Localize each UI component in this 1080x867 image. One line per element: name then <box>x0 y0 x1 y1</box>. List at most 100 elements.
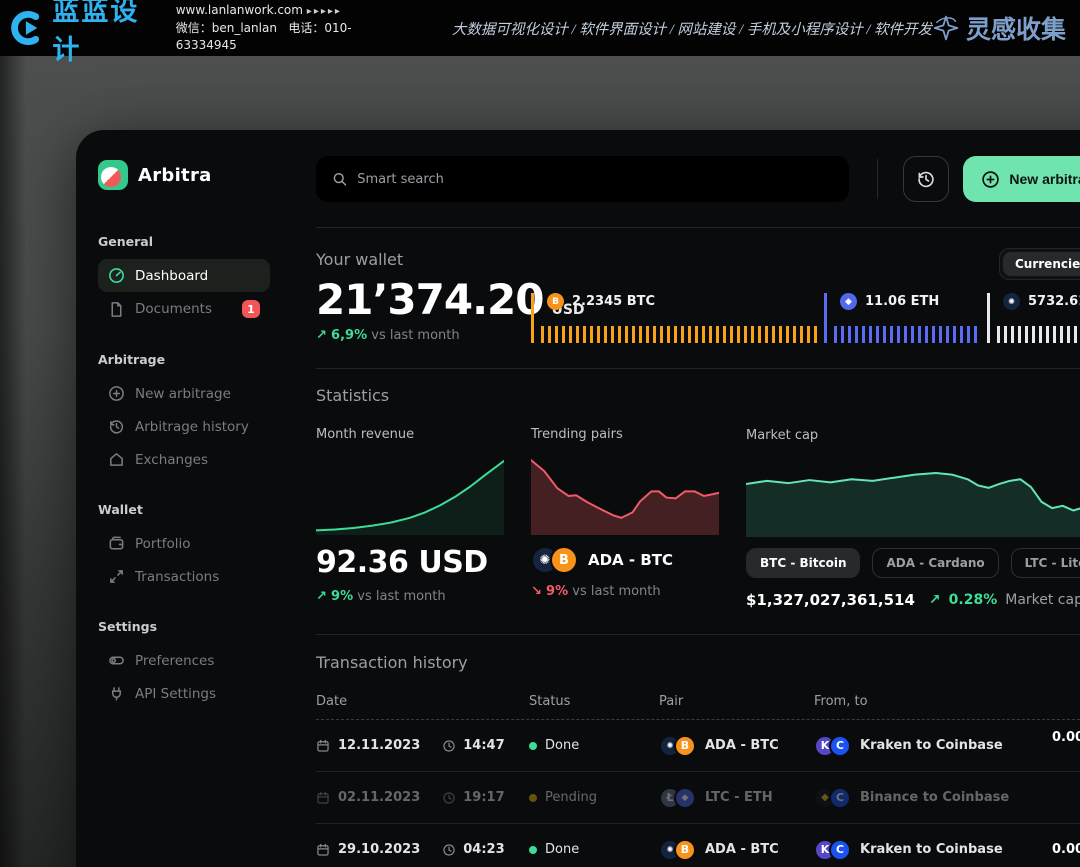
sidebar-item-label: Arbitrage history <box>135 419 249 435</box>
divider <box>316 634 1080 635</box>
tx-date: 29.10.2023 <box>338 842 420 857</box>
trending-pairs-card: Trending pairs ✺ B ADA - BTC ↘ 9% vs las… <box>531 427 746 609</box>
tx-pair-cell: ✺ B ADA - BTC <box>659 839 814 861</box>
tx-status: Done <box>545 842 579 857</box>
sidebar-item-preferences[interactable]: Preferences <box>98 644 270 677</box>
new-arbitrage-label: New arbitrage <box>1009 171 1080 187</box>
app-window: Arbitra General Dashboard Documents 1 Ar… <box>76 130 1080 867</box>
holding-btc[interactable]: B 2.2345 BTC <box>531 293 824 343</box>
history-button[interactable] <box>903 156 949 202</box>
holding-ada[interactable]: ✺ 5732.61 ADA <box>987 293 1080 343</box>
sidebar-item-label: API Settings <box>135 686 216 702</box>
eth-coin-icon: ◆ <box>840 293 857 310</box>
trending-pairs-chart <box>531 457 719 535</box>
transaction-row[interactable]: 12.11.2023 14:47 Done ✺ B ADA - BTC K C … <box>316 720 1080 772</box>
site-contact: www.lanlanwork.com ▸▸▸▸▸ 微信：ben_lanlan 电… <box>176 2 392 54</box>
site-logo[interactable]: 蓝蓝设计 <box>10 0 158 67</box>
sidebar: Arbitra General Dashboard Documents 1 Ar… <box>76 130 288 867</box>
holding-amount: 5732.61 ADA <box>1028 294 1080 309</box>
documents-badge: 1 <box>242 300 260 318</box>
statistics-title: Statistics <box>316 386 1080 405</box>
site-header: 蓝蓝设计 www.lanlanwork.com ▸▸▸▸▸ 微信：ben_lan… <box>0 0 1080 56</box>
market-cap-chart <box>746 459 1080 537</box>
transaction-row[interactable]: 29.10.2023 04:23 Done ✺ B ADA - BTC K C … <box>316 824 1080 867</box>
calendar-icon <box>316 739 330 753</box>
search-box[interactable] <box>316 156 849 202</box>
eth-coin-icon: ◆ <box>674 787 696 809</box>
site-services-text: 大数据可视化设计 / 软件界面设计 / 网站建设 / 手机及小程序设计 / 软件… <box>452 18 932 39</box>
status-dot <box>529 742 537 750</box>
column-status: Status <box>529 694 659 709</box>
search-input[interactable] <box>357 172 832 187</box>
sidebar-item-label: Portfolio <box>135 536 191 552</box>
exchange-icon <box>108 451 125 468</box>
market-cap-value: $1,327,027,361,514 <box>746 591 915 609</box>
tx-route: Kraken to Coinbase <box>860 738 1003 753</box>
swap-arrows-icon <box>108 568 125 585</box>
pill-ada-cardano[interactable]: ADA - Cardano <box>872 548 998 578</box>
sidebar-item-label: Documents <box>135 301 212 317</box>
tx-status-cell: Done <box>529 842 659 857</box>
topbar: New arbitrage <box>316 156 1080 202</box>
tx-route-cell: ◆ C Binance to Coinbase <box>814 787 1080 809</box>
transactions-header: Date Status Pair From, to <box>316 694 1080 720</box>
tx-pair-cell: ✺ B ADA - BTC <box>659 735 814 757</box>
trend-up-icon: ↗ <box>316 589 327 604</box>
app-logo[interactable]: Arbitra <box>98 160 270 190</box>
wallet-delta-value: 6,9% <box>331 328 367 343</box>
inspiration-link[interactable]: 灵感收集 <box>932 10 1066 46</box>
tx-status-cell: Pending <box>529 790 659 805</box>
wallet-title: Your wallet <box>316 250 1080 269</box>
sidebar-item-new-arbitrage[interactable]: New arbitrage <box>98 377 270 410</box>
sidebar-item-dashboard[interactable]: Dashboard <box>98 259 270 292</box>
transaction-row[interactable]: 02.11.2023 19:17 Pending Ł ◆ LTC - ETH ◆… <box>316 772 1080 824</box>
tx-date-cell: 29.10.2023 04:23 <box>316 842 529 857</box>
delta-suffix: vs last month <box>357 589 445 604</box>
sidebar-item-exchanges[interactable]: Exchanges <box>98 443 270 476</box>
calendar-icon <box>316 843 330 857</box>
tx-amount-line1: 0.002 <box>1052 730 1080 745</box>
sidebar-item-transactions[interactable]: Transactions <box>98 560 270 593</box>
new-arbitrage-button[interactable]: New arbitrage <box>963 156 1080 202</box>
tx-status: Done <box>545 738 579 753</box>
arbitra-logo-icon <box>98 160 128 190</box>
clock-icon <box>442 739 456 753</box>
btc-coin-icon: B <box>674 839 696 861</box>
history-icon <box>916 169 936 189</box>
holding-eth[interactable]: ◆ 11.06 ETH <box>824 293 987 343</box>
month-revenue-delta: ↗ 9% vs last month <box>316 589 531 604</box>
tab-currencies[interactable]: Currencies <box>1003 252 1080 276</box>
delta-value: 9% <box>546 584 568 599</box>
site-url[interactable]: www.lanlanwork.com <box>176 3 303 17</box>
lanlan-logo-icon <box>10 8 46 48</box>
tx-date-cell: 12.11.2023 14:47 <box>316 738 529 753</box>
sidebar-item-label: Transactions <box>135 569 219 585</box>
sidebar-section-settings: Settings Preferences API Settings <box>98 619 270 710</box>
app-name: Arbitra <box>138 165 212 186</box>
tx-route-cell: K C Kraken to Coinbase <box>814 735 1080 757</box>
tx-amount-line1: 0.0000 <box>1052 842 1080 857</box>
tx-route: Kraken to Coinbase <box>860 842 1003 857</box>
cap-delta: 0.28% <box>949 592 998 608</box>
delta-value: 9% <box>331 589 353 604</box>
trend-up-icon: ↗ <box>316 328 327 343</box>
column-from-to: From, to <box>814 694 1080 709</box>
wallet-icon <box>108 535 125 552</box>
sidebar-item-api-settings[interactable]: API Settings <box>98 677 270 710</box>
sidebar-section-label: Wallet <box>98 502 270 517</box>
sidebar-item-portfolio[interactable]: Portfolio <box>98 527 270 560</box>
tx-amount-line2: 1 <box>1052 746 1080 762</box>
column-date: Date <box>316 694 529 709</box>
sidebar-section-wallet: Wallet Portfolio Transactions <box>98 502 270 593</box>
clock-icon <box>442 791 456 805</box>
divider <box>316 368 1080 369</box>
plug-icon <box>108 685 125 702</box>
document-icon <box>108 301 125 318</box>
sidebar-item-documents[interactable]: Documents 1 <box>98 292 270 326</box>
tx-pair: ADA - BTC <box>705 738 779 753</box>
pill-ltc-litecoin[interactable]: LTC - Litecoin <box>1011 548 1080 578</box>
sidebar-item-arbitrage-history[interactable]: Arbitrage history <box>98 410 270 443</box>
wallet-holdings: B 2.2345 BTC ◆ 11.06 ETH ✺ 5732.61 ADA <box>531 293 1080 343</box>
month-revenue-value: 92.36 USD <box>316 545 531 580</box>
pill-btc-bitcoin[interactable]: BTC - Bitcoin <box>746 548 860 578</box>
